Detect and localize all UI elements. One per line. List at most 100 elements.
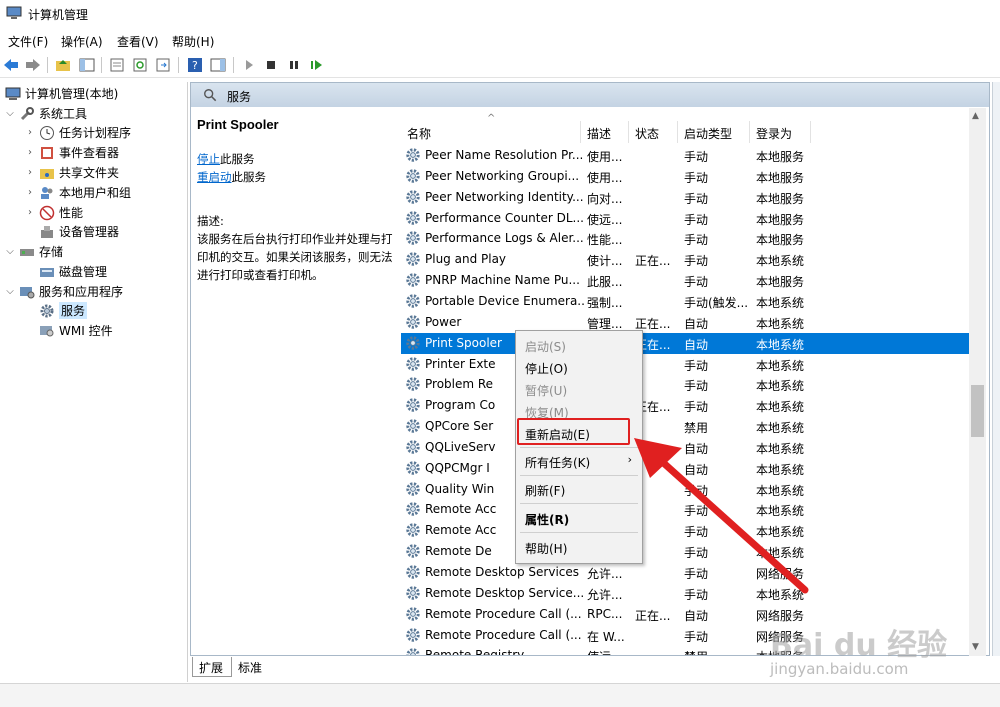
console-tree-icon[interactable] <box>78 56 96 74</box>
refresh-icon[interactable] <box>131 56 149 74</box>
service-row[interactable]: Portable Device Enumera... 强制... 手动(触发... 本… <box>401 291 971 312</box>
tree-item-task-scheduler[interactable]: › 任务计划程序 <box>24 123 131 142</box>
service-row[interactable]: Performance Logs & Aler... 性能... 手动 本地服务 <box>401 228 971 249</box>
tree-item-label: 系统工具 <box>39 107 88 121</box>
tab-extended[interactable]: 扩展 <box>192 657 232 677</box>
service-row[interactable]: Print Spooler该服...正在...自动本地系统 <box>401 332 971 354</box>
gear-icon <box>406 481 420 496</box>
service-name: Peer Networking Groupi... <box>425 168 580 183</box>
forward-arrow-icon[interactable] <box>24 56 42 74</box>
service-row[interactable]: Problem Re 手动 本地系统 <box>401 374 971 395</box>
tree-item-label: 共享文件夹 <box>59 166 120 180</box>
svg-text:?: ? <box>192 59 198 72</box>
service-row[interactable]: Program Co 正在... 手动 本地系统 <box>401 395 971 416</box>
scroll-thumb[interactable] <box>971 385 984 437</box>
start-service-icon[interactable] <box>240 56 258 74</box>
tree-item-local-users[interactable]: › 本地用户和组 <box>24 183 131 202</box>
stop-link-suffix: 此服务 <box>220 152 255 166</box>
column-header-startup-type[interactable]: 启动类型 <box>678 121 750 143</box>
column-header-description[interactable]: 描述 <box>581 121 629 143</box>
service-logon: 本地服务 <box>756 191 805 206</box>
tree-item-system-tools[interactable]: ⌵ 系统工具 <box>4 104 87 123</box>
expand-icon[interactable]: › <box>24 187 36 198</box>
service-logon: 本地系统 <box>756 358 805 373</box>
service-name: Plug and Play <box>425 252 507 267</box>
gear-icon <box>406 148 420 162</box>
service-startup-type: 手动 <box>684 400 709 415</box>
service-row[interactable]: Peer Networking Groupi... 使用... 手动 本地服务 <box>401 166 971 187</box>
menu-help[interactable]: 帮助(H) <box>172 33 214 50</box>
restart-service-icon[interactable] <box>308 56 326 74</box>
scroll-down-icon[interactable]: ▼ <box>972 642 979 652</box>
tree-item-storage[interactable]: ⌵ 存储 <box>4 242 63 261</box>
service-row[interactable]: Performance Counter DL... 使远... 手动 本地服务 <box>401 208 971 229</box>
annotation-arrow-icon <box>634 438 809 594</box>
menu-item-label: 所有任务(K) <box>525 456 591 470</box>
service-logon: 本地系统 <box>756 254 805 269</box>
tab-standard[interactable]: 标准 <box>232 657 272 677</box>
collapse-icon[interactable]: ⌵ <box>4 286 16 297</box>
menu-file[interactable]: 文件(F) <box>8 33 48 50</box>
service-row[interactable]: Peer Name Resolution Pr... 使用... 手动 本地服务 <box>401 145 971 166</box>
status-bar <box>0 683 1000 707</box>
expand-icon[interactable]: › <box>24 167 36 178</box>
service-row[interactable]: Power 管理... 正在... 自动 本地系统 <box>401 312 971 333</box>
stop-service-link[interactable]: 停止 <box>197 152 220 166</box>
tree-item-shared-folders[interactable]: › 共享文件夹 <box>24 163 119 182</box>
back-arrow-icon[interactable] <box>2 56 20 74</box>
pause-service-icon[interactable] <box>285 56 303 74</box>
export-list-icon[interactable] <box>154 56 172 74</box>
properties-icon[interactable] <box>108 56 126 74</box>
up-folder-icon[interactable] <box>54 56 72 74</box>
gear-icon <box>406 544 420 558</box>
service-row[interactable]: Printer Exte 手动 本地系统 <box>401 354 971 375</box>
column-header-name[interactable]: 名称 ^ <box>401 113 581 143</box>
tree-item-services[interactable]: 服务 <box>24 301 88 320</box>
tree-root[interactable]: 计算机管理(本地) <box>2 84 118 103</box>
service-row[interactable]: Plug and Play 使计... 正在... 手动 本地系统 <box>401 249 971 270</box>
restart-highlight-box <box>517 418 630 445</box>
scroll-up-icon[interactable]: ▲ <box>972 111 979 121</box>
tree-item-disk-management[interactable]: 磁盘管理 <box>24 262 107 281</box>
gear-icon <box>406 210 420 225</box>
description-pane: Print Spooler 停止此服务 重启动此服务 描述: 该服务在后台执行打… <box>197 117 393 284</box>
service-startup-type: 自动 <box>684 608 709 623</box>
tree-item-services-apps[interactable]: ⌵ 服务和应用程序 <box>4 282 123 301</box>
menu-action[interactable]: 操作(A) <box>61 33 103 50</box>
tree-item-event-viewer[interactable]: › 事件查看器 <box>24 143 119 162</box>
expand-icon[interactable]: › <box>24 147 36 158</box>
service-row[interactable]: PNRP Machine Name Pu... 此服... 手动 本地服务 <box>401 270 971 291</box>
column-header-logon-as[interactable]: 登录为 <box>750 121 811 143</box>
tree-item-wmi-control[interactable]: WMI 控件 <box>24 321 113 340</box>
gear-icon <box>406 419 420 433</box>
tree-item-label: 服务 <box>59 302 88 319</box>
gear-icon <box>406 231 420 246</box>
service-row[interactable]: Peer Networking Identity... 向对... 手动 本地服务 <box>401 187 971 208</box>
menu-item-stop[interactable]: 停止(O) <box>518 357 640 377</box>
menu-item-start[interactable]: 启动(S) <box>518 335 640 355</box>
help-icon[interactable]: ? <box>186 56 204 74</box>
tree-item-label: WMI 控件 <box>59 324 113 338</box>
column-header-status[interactable]: 状态 <box>629 121 678 143</box>
menu-view[interactable]: 查看(V) <box>117 33 159 50</box>
vertical-scrollbar[interactable]: ▲ ▼ <box>969 108 986 656</box>
service-description: 在 W... <box>587 629 625 644</box>
gear-icon <box>406 356 420 371</box>
expand-icon[interactable]: › <box>24 127 36 138</box>
users-icon <box>39 185 55 201</box>
stop-service-icon[interactable] <box>262 56 280 74</box>
collapse-icon[interactable]: ⌵ <box>4 246 16 257</box>
expand-icon[interactable]: › <box>24 207 36 218</box>
service-description: 此服... <box>587 275 623 290</box>
show-hide-action-pane-icon[interactable] <box>209 56 227 74</box>
tree-item-performance[interactable]: › 性能 <box>24 203 83 222</box>
tree-item-device-manager[interactable]: 设备管理器 <box>24 222 119 241</box>
collapse-icon[interactable]: ⌵ <box>4 108 16 119</box>
tree-root-label: 计算机管理(本地) <box>25 87 119 101</box>
service-logon: 本地系统 <box>756 400 805 415</box>
restart-service-link[interactable]: 重启动 <box>197 170 232 184</box>
menu-item-pause[interactable]: 暂停(U) <box>518 379 640 399</box>
gear-icon <box>406 606 420 621</box>
gear-icon <box>406 440 420 454</box>
service-startup-type: 手动 <box>684 191 709 206</box>
